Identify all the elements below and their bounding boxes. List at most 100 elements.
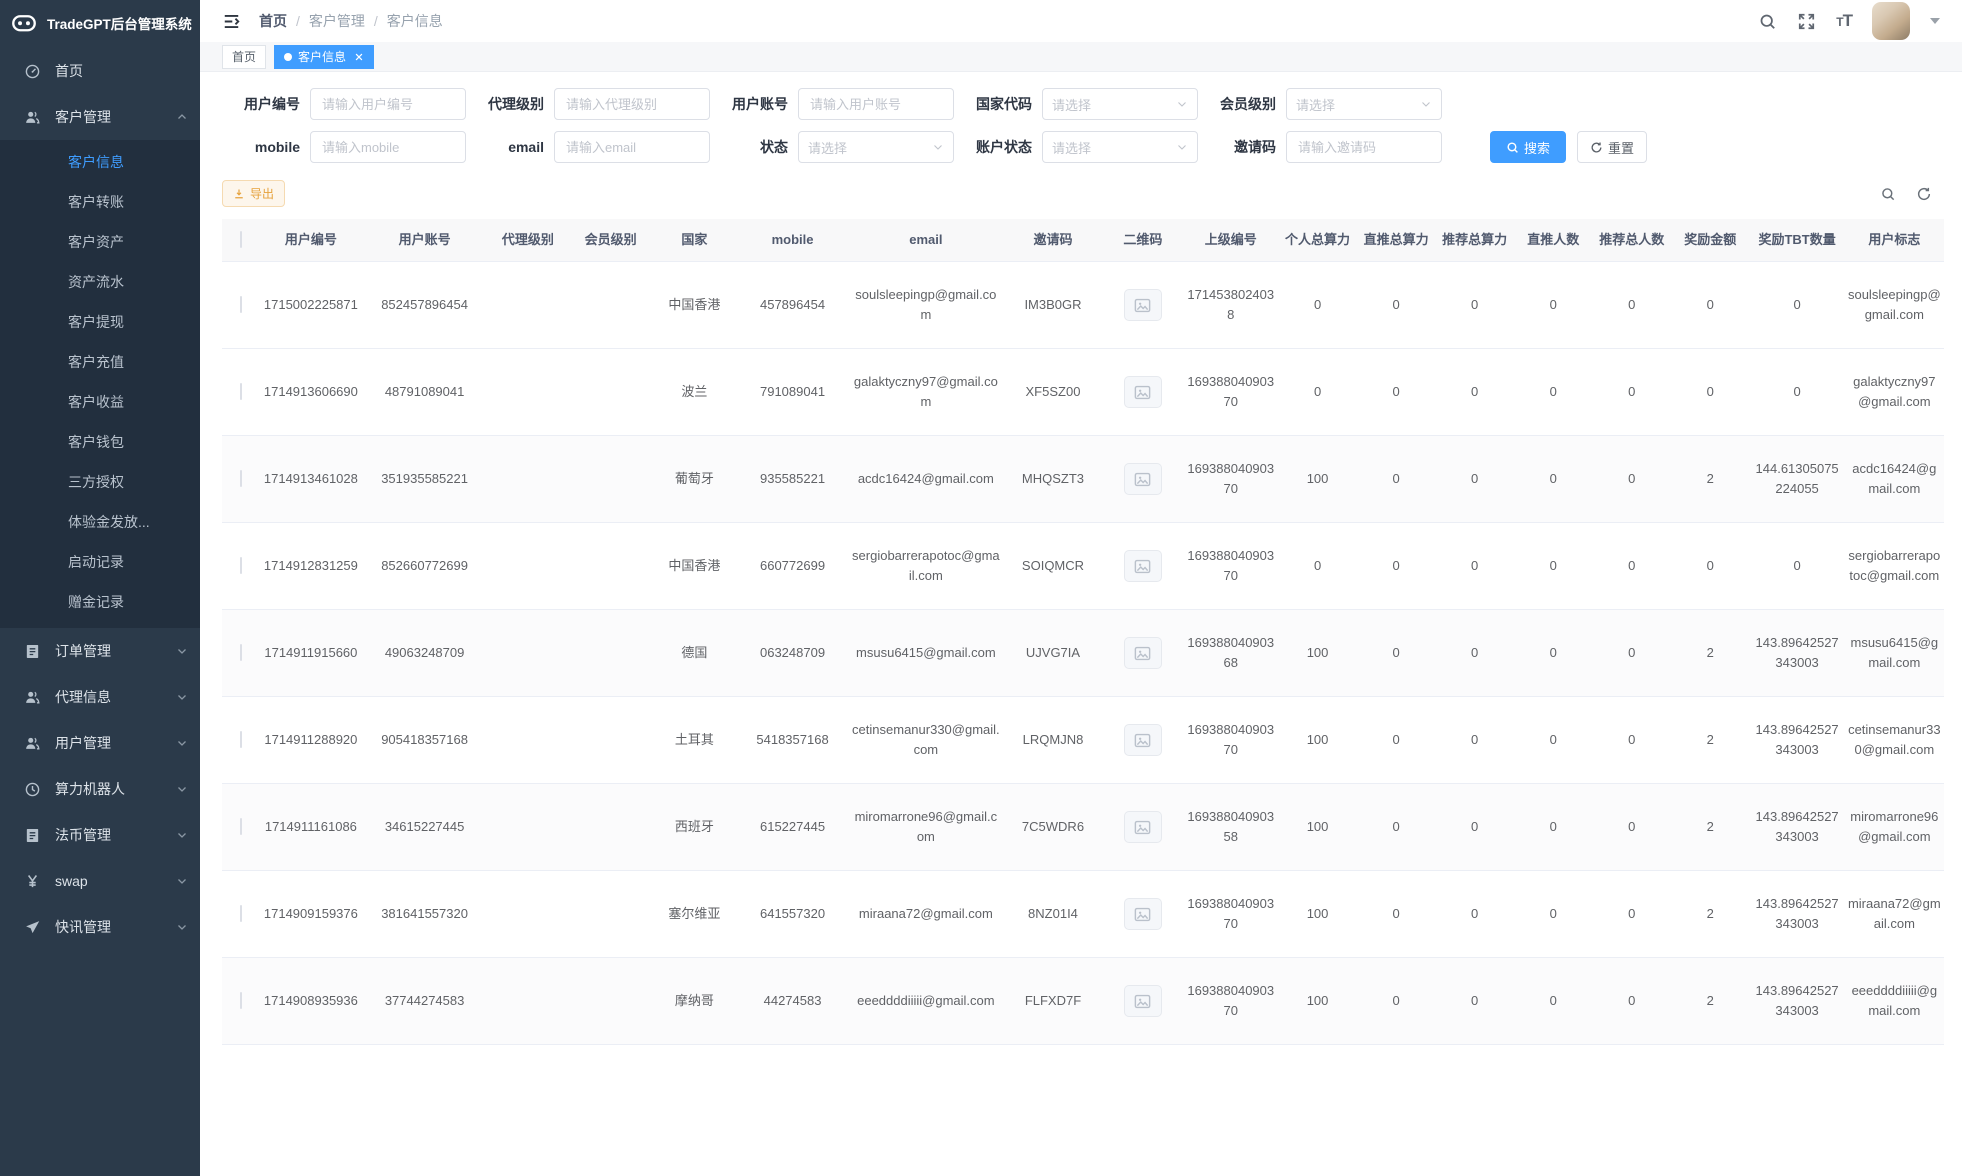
row-checkbox[interactable] bbox=[240, 992, 242, 1009]
search-button[interactable]: 搜索 bbox=[1490, 131, 1566, 163]
filter-select-会员级别[interactable]: 请选择 bbox=[1286, 88, 1442, 120]
export-button[interactable]: 导出 bbox=[222, 180, 285, 207]
cell-invite_code: UJVG7IA bbox=[1003, 610, 1102, 697]
col-header-direct_count: 直推人数 bbox=[1514, 219, 1593, 262]
qr-image-placeholder[interactable] bbox=[1125, 464, 1161, 494]
row-checkbox[interactable] bbox=[240, 731, 242, 748]
cell-qr_code bbox=[1103, 610, 1184, 697]
qr-image-placeholder[interactable] bbox=[1125, 899, 1161, 929]
row-checkbox[interactable] bbox=[240, 470, 242, 487]
reset-button[interactable]: 重置 bbox=[1577, 131, 1647, 163]
qr-image-placeholder[interactable] bbox=[1125, 986, 1161, 1016]
sidebar-item-用户管理[interactable]: 用户管理 bbox=[0, 720, 200, 766]
tab-客户信息[interactable]: 客户信息 bbox=[274, 45, 374, 69]
close-icon[interactable] bbox=[354, 52, 364, 62]
cell-agent_level bbox=[487, 958, 570, 1045]
user-menu-caret-icon[interactable] bbox=[1930, 18, 1940, 24]
filter-label: 状态 bbox=[710, 137, 788, 157]
qr-image-placeholder[interactable] bbox=[1125, 725, 1161, 755]
qr-image-placeholder[interactable] bbox=[1125, 638, 1161, 668]
filter-label: 会员级别 bbox=[1198, 94, 1276, 114]
sidebar-subitem-资产流水[interactable]: 资产流水 bbox=[0, 262, 200, 302]
sidebar-item-订单管理[interactable]: 订单管理 bbox=[0, 628, 200, 674]
select-chevron-icon bbox=[1176, 141, 1188, 153]
col-header-reward_tbt: 奖励TBT数量 bbox=[1750, 219, 1845, 262]
search-icon[interactable] bbox=[1758, 12, 1777, 31]
col-header-invite_code: 邀请码 bbox=[1003, 219, 1102, 262]
breadcrumb-item[interactable]: 客户管理 bbox=[309, 11, 365, 31]
select-all-checkbox[interactable] bbox=[240, 231, 242, 248]
breadcrumb-item[interactable]: 首页 bbox=[259, 11, 287, 31]
sidebar-subitem-客户提现[interactable]: 客户提现 bbox=[0, 302, 200, 342]
select-placeholder: 请选择 bbox=[808, 138, 932, 157]
cell-referral_power: 0 bbox=[1435, 871, 1514, 958]
cell-personal_power: 100 bbox=[1278, 958, 1357, 1045]
sidebar-item-代理信息[interactable]: 代理信息 bbox=[0, 674, 200, 720]
row-checkbox[interactable] bbox=[240, 905, 242, 922]
row-checkbox[interactable] bbox=[240, 296, 242, 313]
chevron-down-icon bbox=[176, 783, 188, 795]
filter-select-状态[interactable]: 请选择 bbox=[798, 131, 954, 163]
chevron-down-icon bbox=[176, 829, 188, 841]
table-row: 171491360669048791089041波兰791089041galak… bbox=[222, 349, 1944, 436]
table-refresh-icon[interactable] bbox=[1916, 186, 1932, 202]
font-size-icon[interactable]: TT bbox=[1836, 11, 1852, 31]
cell-direct_count: 0 bbox=[1514, 610, 1593, 697]
avatar[interactable] bbox=[1872, 2, 1910, 40]
sidebar-subitem-客户钱包[interactable]: 客户钱包 bbox=[0, 422, 200, 462]
qr-image-placeholder[interactable] bbox=[1125, 290, 1161, 320]
sidebar-subitem-三方授权[interactable]: 三方授权 bbox=[0, 462, 200, 502]
sidebar-item-swap[interactable]: swap bbox=[0, 858, 200, 904]
sidebar-item-快讯管理[interactable]: 快讯管理 bbox=[0, 904, 200, 950]
cell-direct_power: 0 bbox=[1357, 436, 1436, 523]
filter-input-用户账号[interactable] bbox=[808, 96, 944, 113]
sidebar-item-客户管理[interactable]: 客户管理 bbox=[0, 94, 200, 140]
cell-referral_count: 0 bbox=[1592, 697, 1671, 784]
filter-邀请码: 邀请码 bbox=[1198, 131, 1442, 163]
qr-image-placeholder[interactable] bbox=[1125, 551, 1161, 581]
filter-select-国家代码[interactable]: 请选择 bbox=[1042, 88, 1198, 120]
cell-user_flag: soulsleepingp@gmail.com bbox=[1845, 262, 1944, 349]
sidebar-subitem-客户资产[interactable]: 客户资产 bbox=[0, 222, 200, 262]
filter-input-邀请码[interactable] bbox=[1296, 139, 1432, 156]
filter-input-代理级别[interactable] bbox=[564, 96, 700, 113]
filter-input-mobile[interactable] bbox=[320, 139, 456, 156]
tags-bar: 首页客户信息 bbox=[200, 42, 1962, 72]
qr-image-placeholder[interactable] bbox=[1125, 377, 1161, 407]
cell-account: 852660772699 bbox=[363, 523, 487, 610]
menu-fold-icon[interactable] bbox=[222, 12, 241, 31]
sidebar-item-法币管理[interactable]: 法币管理 bbox=[0, 812, 200, 858]
cell-member_level bbox=[569, 262, 652, 349]
qr-image-placeholder[interactable] bbox=[1125, 812, 1161, 842]
row-checkbox[interactable] bbox=[240, 557, 242, 574]
filter-input-email[interactable] bbox=[564, 139, 700, 156]
cell-user_id: 1714913606690 bbox=[259, 349, 362, 436]
table-search-toggle-icon[interactable] bbox=[1880, 186, 1896, 202]
sidebar-subitem-体验金发放...[interactable]: 体验金发放... bbox=[0, 502, 200, 542]
sidebar-subitem-客户转账[interactable]: 客户转账 bbox=[0, 182, 200, 222]
filter-label: email bbox=[466, 139, 544, 155]
breadcrumb-item[interactable]: 客户信息 bbox=[387, 11, 443, 31]
sidebar-subitem-赠金记录[interactable]: 赠金记录 bbox=[0, 582, 200, 622]
filter-input-用户编号[interactable] bbox=[320, 96, 456, 113]
sidebar-subitem-启动记录[interactable]: 启动记录 bbox=[0, 542, 200, 582]
sidebar-item-首页[interactable]: 首页 bbox=[0, 48, 200, 94]
row-checkbox[interactable] bbox=[240, 818, 242, 835]
row-checkbox[interactable] bbox=[240, 644, 242, 661]
cell-referral_count: 0 bbox=[1592, 784, 1671, 871]
cell-email: acdc16424@gmail.com bbox=[848, 436, 1003, 523]
cell-direct_power: 0 bbox=[1357, 523, 1436, 610]
row-checkbox[interactable] bbox=[240, 383, 242, 400]
sidebar-subitem-客户收益[interactable]: 客户收益 bbox=[0, 382, 200, 422]
filter-select-账户状态[interactable]: 请选择 bbox=[1042, 131, 1198, 163]
sidebar-item-算力机器人[interactable]: 算力机器人 bbox=[0, 766, 200, 812]
cell-invite_code: LRQMJN8 bbox=[1003, 697, 1102, 784]
fullscreen-icon[interactable] bbox=[1797, 12, 1816, 31]
cell-invite_code: FLFXD7F bbox=[1003, 958, 1102, 1045]
cell-personal_power: 100 bbox=[1278, 871, 1357, 958]
cell-agent_level bbox=[487, 697, 570, 784]
tab-首页[interactable]: 首页 bbox=[222, 45, 266, 69]
sidebar-subitem-客户信息[interactable]: 客户信息 bbox=[0, 142, 200, 182]
breadcrumb: 首页/客户管理/客户信息 bbox=[259, 11, 443, 31]
sidebar-subitem-客户充值[interactable]: 客户充值 bbox=[0, 342, 200, 382]
